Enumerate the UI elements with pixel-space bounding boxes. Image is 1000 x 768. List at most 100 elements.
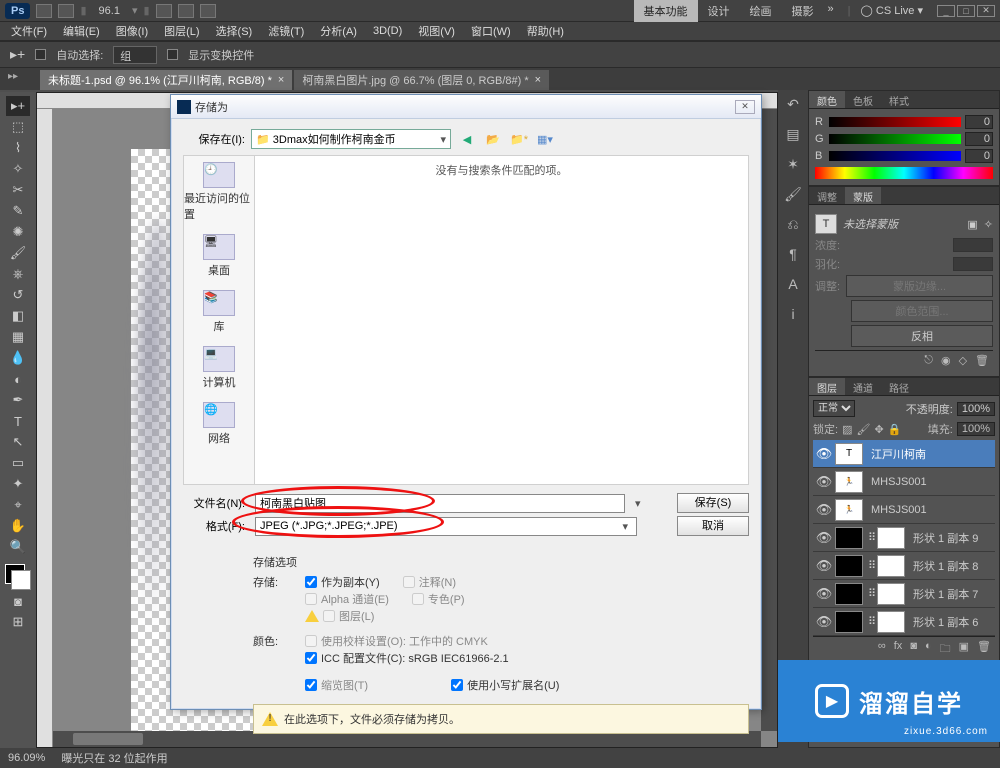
quickmask-tool[interactable]: ◙ <box>6 591 30 611</box>
layer-row[interactable]: 👁 🏃 MHSJS001 <box>813 496 995 524</box>
heal-tool[interactable]: ✺ <box>6 222 30 242</box>
wand-tool[interactable]: ✧ <box>6 159 30 179</box>
adjustment-icon[interactable]: ◐ <box>925 640 932 659</box>
close-icon[interactable]: × <box>535 74 541 86</box>
screenmode-tool[interactable]: ⊞ <box>6 612 30 632</box>
tab-swatches[interactable]: 色板 <box>845 91 881 108</box>
layer-row[interactable]: 👁 ⠿ 形状 1 副本 9 <box>813 524 995 552</box>
layer-name[interactable]: 形状 1 副本 7 <box>909 586 995 602</box>
screen-mode-icon[interactable] <box>200 4 216 18</box>
color-swatch[interactable] <box>5 564 31 590</box>
brush-tool[interactable]: 🖌 <box>6 243 30 263</box>
b-slider[interactable] <box>829 151 961 161</box>
pixel-mask-icon[interactable]: ▣ <box>967 218 977 231</box>
transform-check[interactable] <box>167 49 178 60</box>
icc-check[interactable]: ICC 配置文件(C): sRGB IEC61966-2.1 <box>305 650 509 666</box>
path-tool[interactable]: ↖ <box>6 432 30 452</box>
place-item[interactable]: 🌐网络 <box>203 402 235 446</box>
gradient-tool[interactable]: ▦ <box>6 327 30 347</box>
layer-thumb[interactable]: 🏃 <box>835 471 863 493</box>
move-tool[interactable]: ▸+ <box>6 96 30 116</box>
window-min-icon[interactable]: _ <box>937 5 955 17</box>
place-item[interactable]: 💻计算机 <box>203 346 236 390</box>
lock-paint-icon[interactable]: 🖌 <box>856 423 870 436</box>
r-slider[interactable] <box>829 117 961 127</box>
doc-tab-2[interactable]: 柯南黑白图片.jpg @ 66.7% (图层 0, RGB/8#) *× <box>294 70 549 90</box>
swatches-icon[interactable]: ▤ <box>783 124 803 144</box>
paragraph-icon[interactable]: ¶ <box>783 244 803 264</box>
menu-help[interactable]: 帮助(H) <box>519 21 572 41</box>
lock-trans-icon[interactable]: ▨ <box>842 423 852 436</box>
place-item[interactable]: 🖥桌面 <box>203 234 235 278</box>
viewmenu-icon[interactable]: ▦▾ <box>535 130 555 148</box>
g-val[interactable]: 0 <box>965 132 993 146</box>
layer-name[interactable]: 形状 1 副本 9 <box>909 530 995 546</box>
character-icon[interactable]: A <box>783 274 803 294</box>
brushpresets-icon[interactable]: 🖌 <box>783 184 803 204</box>
layer-name[interactable]: MHSJS001 <box>867 504 995 516</box>
blend-mode-select[interactable]: 正常 <box>813 400 855 417</box>
info-icon[interactable]: i <box>783 304 803 324</box>
menu-window[interactable]: 窗口(W) <box>463 21 519 41</box>
new-layer-icon[interactable]: ▣ <box>959 640 969 659</box>
blur-tool[interactable]: 💧 <box>6 348 30 368</box>
layer-row[interactable]: 👁 ⠿ 形状 1 副本 7 <box>813 580 995 608</box>
opacity-field[interactable]: 100% <box>957 402 995 416</box>
menu-edit[interactable]: 编辑(E) <box>55 21 108 41</box>
lock-all-icon[interactable]: 🔒 <box>888 423 902 436</box>
scrollbar-vertical[interactable] <box>761 109 777 731</box>
ws-design[interactable]: 设计 <box>698 0 740 22</box>
marquee-tool[interactable]: ⬚ <box>6 117 30 137</box>
3dcam-tool[interactable]: ⌖ <box>6 495 30 515</box>
ws-paint[interactable]: 绘画 <box>740 0 782 22</box>
mini-bridge-icon[interactable] <box>58 4 74 18</box>
menu-filter[interactable]: 滤镜(T) <box>260 21 312 41</box>
cancel-button[interactable]: 取消 <box>677 516 749 536</box>
tab-mask[interactable]: 蒙版 <box>845 187 881 204</box>
newfolder-icon[interactable]: 📁* <box>509 130 529 148</box>
dialog-titlebar[interactable]: 存储为 ✕ <box>171 95 761 119</box>
layer-thumb[interactable]: 🏃 <box>835 499 863 521</box>
up-icon[interactable]: 📂 <box>483 130 503 148</box>
history-icon[interactable]: ↶ <box>783 94 803 114</box>
status-zoom[interactable]: 96.09% <box>8 752 45 764</box>
spectrum-bar[interactable] <box>815 167 993 179</box>
fill-field[interactable]: 100% <box>957 422 995 436</box>
3d-tool[interactable]: ✦ <box>6 474 30 494</box>
lock-move-icon[interactable]: ✥ <box>874 423 883 436</box>
color-range-button[interactable]: 颜色范围... <box>851 300 993 322</box>
doc-tab-1[interactable]: 未标题-1.psd @ 96.1% (江戸川柯南, RGB/8) *× <box>40 70 292 90</box>
visibility-icon[interactable]: 👁 <box>813 586 835 602</box>
visibility-icon[interactable]: 👁 <box>813 614 835 630</box>
b-val[interactable]: 0 <box>965 149 993 163</box>
arrange-icon[interactable] <box>178 4 194 18</box>
save-button[interactable]: 保存(S) <box>677 493 749 513</box>
type-tool[interactable]: T <box>6 411 30 431</box>
auto-select-check[interactable] <box>35 49 46 60</box>
mask-icon[interactable]: ◙ <box>910 640 917 659</box>
tab-layers[interactable]: 图层 <box>809 378 845 395</box>
layer-row[interactable]: 👁 ⠿ 形状 1 副本 6 <box>813 608 995 636</box>
menu-image[interactable]: 图像(I) <box>108 21 156 41</box>
feather-field[interactable] <box>953 257 993 271</box>
back-icon[interactable]: ◀ <box>457 130 477 148</box>
hand-tool[interactable]: ✋ <box>6 516 30 536</box>
dialog-close-icon[interactable]: ✕ <box>735 100 755 114</box>
g-slider[interactable] <box>829 134 961 144</box>
lowercase-check[interactable]: 使用小写扩展名(U) <box>451 677 559 693</box>
workspace-switcher[interactable]: 基本功能 设计 绘画 摄影 » <box>634 0 838 22</box>
format-combo[interactable]: JPEG (*.JPG;*.JPEG;*.JPE) <box>255 517 637 536</box>
r-val[interactable]: 0 <box>965 115 993 129</box>
menu-view[interactable]: 视图(V) <box>410 21 463 41</box>
place-item[interactable]: 🕘最近访问的位置 <box>184 162 254 222</box>
layer-row[interactable]: 👁 ⠿ 形状 1 副本 8 <box>813 552 995 580</box>
menu-layer[interactable]: 图层(L) <box>156 21 207 41</box>
place-item[interactable]: 📚库 <box>203 290 235 334</box>
savein-combo[interactable]: 📁 3Dmax如何制作柯南金币 <box>251 129 451 149</box>
visibility-icon[interactable]: 👁 <box>813 446 835 462</box>
menu-analysis[interactable]: 分析(A) <box>312 21 365 41</box>
window-close-icon[interactable]: ✕ <box>977 5 995 17</box>
layer-name[interactable]: 形状 1 副本 8 <box>909 558 995 574</box>
menu-select[interactable]: 选择(S) <box>208 21 261 41</box>
close-icon[interactable]: × <box>278 74 284 86</box>
